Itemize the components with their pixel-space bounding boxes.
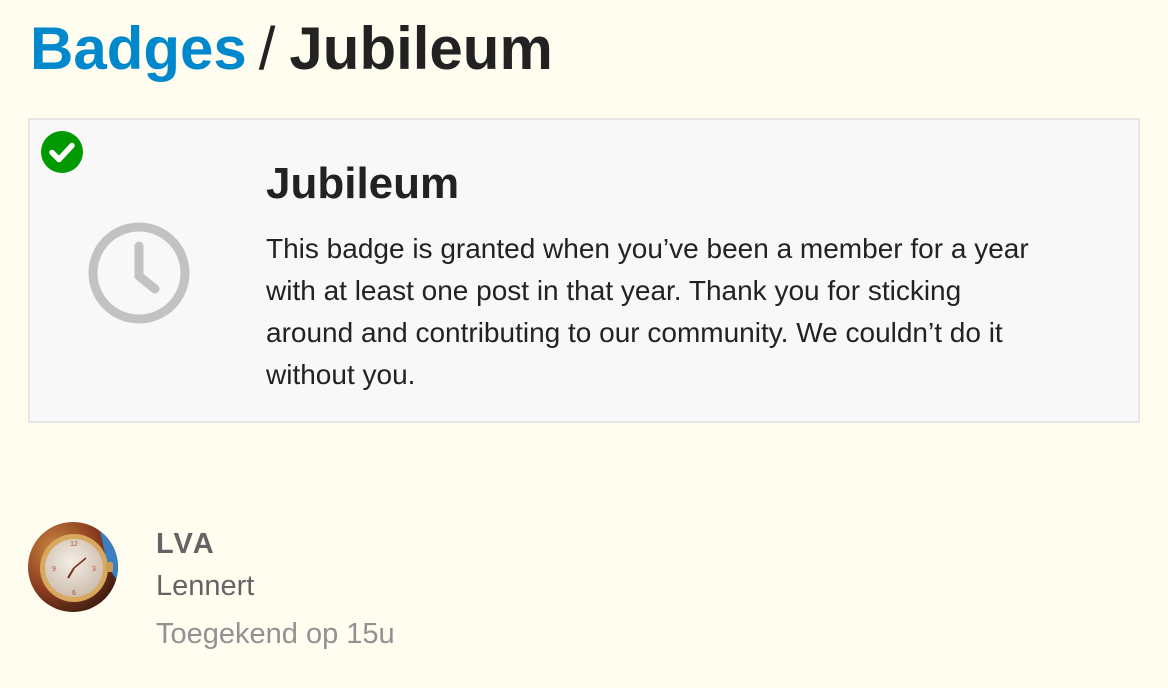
user-name-link[interactable]: LVA bbox=[156, 528, 216, 561]
svg-text:9: 9 bbox=[52, 566, 56, 573]
breadcrumb-badges-link[interactable]: Badges bbox=[30, 15, 247, 82]
breadcrumb: Badges / Jubileum bbox=[30, 14, 553, 84]
badge-card: Jubileum This badge is granted when you’… bbox=[28, 118, 1140, 423]
clock-icon bbox=[88, 222, 190, 324]
svg-text:6: 6 bbox=[72, 590, 76, 597]
breadcrumb-current: Jubileum bbox=[289, 15, 553, 82]
granted-date: Toegekend op 15u bbox=[156, 618, 395, 650]
badge-description: This badge is granted when you’ve been a… bbox=[266, 233, 1029, 390]
svg-text:12: 12 bbox=[70, 541, 78, 548]
svg-text:3: 3 bbox=[92, 566, 96, 573]
badge-title: Jubileum bbox=[266, 159, 460, 208]
avatar[interactable]: 12 3 6 9 bbox=[28, 522, 118, 612]
user-full-name: Lennert bbox=[156, 570, 255, 602]
check-circle-icon bbox=[41, 131, 83, 173]
granted-user-item: 12 3 6 9 LVA Lennert Toegekend op 15u bbox=[28, 522, 628, 662]
breadcrumb-separator: / bbox=[258, 15, 276, 82]
